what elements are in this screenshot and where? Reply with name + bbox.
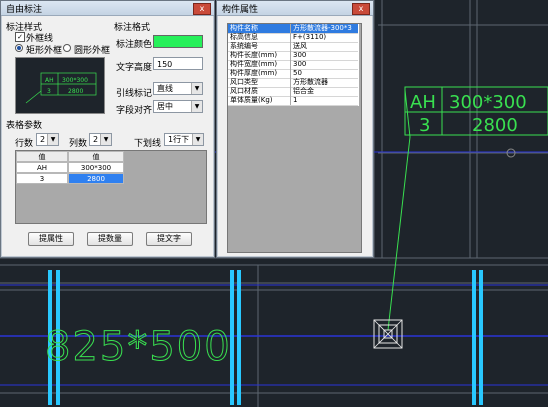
cols-label: 列数 [69, 139, 88, 149]
duct-size-label: 825*500 [45, 324, 232, 370]
free-annotation-dialog: 自由标注 x 标注样式 ✓ 外框线 矩形外框 圆形外框 AH 300*300 3… [0, 0, 215, 258]
grid-cell-r1c1[interactable]: AH [16, 162, 68, 173]
align-label: 字段对齐 [116, 106, 153, 116]
underline-select[interactable]: 1行下 ▼ [164, 133, 204, 146]
leader-select-value: 直线 [157, 84, 173, 93]
color-swatch[interactable] [153, 35, 203, 48]
annotation-cell-3: 3 [419, 115, 430, 136]
style-preview: AH 300*300 3 2800 [15, 57, 105, 114]
prop-value[interactable]: 送风 [290, 42, 359, 51]
leader-select[interactable]: 直线 ▼ [153, 82, 203, 95]
prop-key: 单体质量(Kg) [230, 96, 273, 104]
circle-frame-label: 圆形外框 [74, 46, 111, 56]
preview-cell-4: 2800 [68, 88, 83, 95]
outer-frame-checkbox[interactable]: ✓ [15, 32, 25, 42]
props-title: 构件属性 [222, 5, 259, 15]
rows-select[interactable]: 2 ▼ [36, 133, 59, 146]
circle-frame-radio[interactable] [63, 44, 71, 52]
leader-label: 引线标记 [116, 89, 153, 99]
color-label: 标注颜色 [116, 40, 153, 50]
prop-value[interactable]: 300 [290, 60, 359, 69]
annotation-cell-1: AH [410, 92, 436, 113]
extract-qty-button[interactable]: 提数量 [87, 232, 133, 246]
prop-value[interactable]: 300 [290, 51, 359, 60]
text-height-input[interactable]: 150 [153, 57, 203, 70]
table-group-title: 表格参数 [6, 121, 43, 131]
cols-select[interactable]: 2 ▼ [89, 133, 112, 146]
dialog-close-button[interactable]: x [193, 3, 211, 15]
underline-select-value: 1行下 [168, 135, 190, 144]
chevron-down-icon: ▼ [191, 83, 202, 94]
extract-text-button[interactable]: 提文字 [146, 232, 192, 246]
prop-value[interactable]: 铝合金 [290, 87, 359, 96]
prop-key: 构件长度(mm) [230, 51, 278, 59]
chevron-down-icon: ▼ [100, 134, 111, 145]
component-properties-panel: 构件属性 x 构件名称 方形散流器-300*3 标高信息 F+(3110) 系统编号 送风… [216, 0, 374, 258]
props-grid[interactable]: 构件名称 方形散流器-300*3 标高信息 F+(3110) 系统编号 送风构件长度(mm… [227, 23, 362, 253]
rows-select-value: 2 [40, 135, 46, 144]
props-close-button[interactable]: x [352, 3, 370, 15]
dialog-titlebar[interactable]: 自由标注 x [1, 1, 214, 16]
rows-label: 行数 [15, 139, 34, 149]
prop-value[interactable]: 1 [290, 96, 359, 105]
prop-value[interactable]: 方形散流器-300*3 [290, 24, 359, 33]
grid-cell-r2c1[interactable]: 3 [16, 173, 68, 184]
prop-key: 构件厚度(mm) [230, 69, 278, 77]
preview-cell-1: AH [45, 77, 54, 84]
params-grid[interactable]: 值 值 AH 300*300 3 2800 [15, 150, 207, 224]
chevron-down-icon: ▼ [191, 101, 202, 112]
prop-value[interactable]: 50 [290, 69, 359, 78]
cols-select-value: 2 [93, 135, 99, 144]
prop-key: 构件名称 [230, 24, 258, 32]
preview-cell-3: 3 [47, 88, 51, 95]
prop-key: 构件宽度(mm) [230, 60, 278, 68]
prop-key: 系统编号 [230, 42, 258, 50]
dialog-title: 自由标注 [6, 5, 43, 15]
props-titlebar[interactable]: 构件属性 x [217, 1, 373, 16]
annotation-cell-2: 300*300 [449, 92, 527, 113]
prop-row[interactable]: 单体质量(Kg) 1 [228, 96, 358, 106]
rect-frame-radio[interactable] [15, 44, 23, 52]
format-group-title: 标注格式 [114, 23, 151, 33]
prop-key: 标高信息 [230, 33, 258, 41]
prop-value[interactable]: 方形散流器 [290, 78, 359, 87]
extract-attr-button[interactable]: 提属性 [28, 232, 74, 246]
annotation-cell-4: 2800 [472, 115, 518, 136]
preview-cell-2: 300*300 [62, 77, 88, 84]
align-select[interactable]: 居中 ▼ [153, 100, 203, 113]
chevron-down-icon: ▼ [192, 134, 203, 145]
chevron-down-icon: ▼ [47, 134, 58, 145]
prop-key: 风口材质 [230, 87, 258, 95]
align-select-value: 居中 [157, 102, 173, 111]
grid-cell-r1c2[interactable]: 300*300 [68, 162, 124, 173]
grid-cell-r2c2[interactable]: 2800 [68, 173, 124, 184]
rect-frame-label: 矩形外框 [26, 46, 63, 56]
prop-value[interactable]: F+(3110) [290, 33, 359, 42]
prop-key: 风口类型 [230, 78, 258, 86]
text-height-label: 文字高度 [116, 63, 153, 73]
grid-header-1: 值 [16, 151, 68, 162]
underline-label: 下划线 [134, 139, 162, 149]
grid-header-2: 值 [68, 151, 124, 162]
